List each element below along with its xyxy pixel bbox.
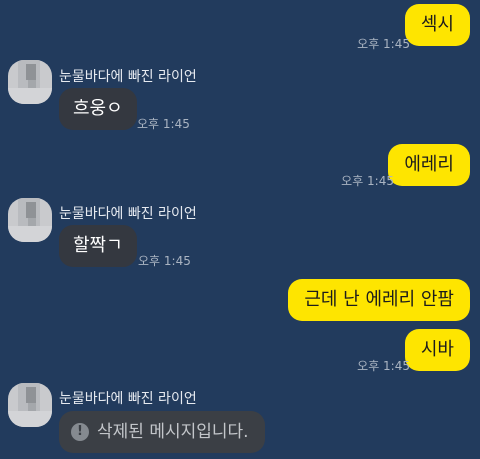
deleted-message-bubble[interactable]: ! 삭제된 메시지입니다. (59, 411, 265, 453)
message-text: 시바 (420, 339, 454, 360)
sender-avatar[interactable] (8, 383, 52, 427)
sender-name: 눈물바다에 빠진 라이언 (59, 206, 197, 222)
exclamation-circle-icon: ! (71, 423, 89, 441)
message-timestamp: 오후 1:45 (357, 37, 410, 51)
message-text: 흐웅ㅇ (73, 98, 123, 119)
message-timestamp: 오후 1:45 (137, 117, 190, 131)
message-text: 에레리 (404, 154, 454, 175)
message-timestamp: 오후 1:45 (357, 359, 410, 373)
sender-name: 눈물바다에 빠진 라이언 (59, 69, 197, 85)
sender-avatar[interactable] (8, 60, 52, 104)
outgoing-message-bubble[interactable]: 시바 (404, 329, 470, 371)
chat-screen: 섹시 오후 1:45 눈물바다에 빠진 라이언 흐웅ㅇ 오후 1:45 에레리 … (0, 0, 480, 459)
sender-name: 눈물바다에 빠진 라이언 (59, 391, 197, 407)
incoming-message-bubble[interactable]: 할짝ㄱ (59, 225, 137, 267)
outgoing-message-bubble[interactable]: 섹시 (404, 4, 470, 46)
outgoing-message-bubble[interactable]: 근데 난 에레리 안팜 (288, 279, 470, 321)
outgoing-message-bubble[interactable]: 에레리 (388, 144, 470, 186)
message-text: 삭제된 메시지입니다. (97, 422, 249, 442)
message-text: 할짝ㄱ (73, 235, 123, 256)
message-timestamp: 오후 1:45 (138, 254, 191, 268)
message-text: 근데 난 에레리 안팜 (304, 289, 454, 310)
sender-avatar[interactable] (8, 198, 52, 242)
message-timestamp: 오후 1:45 (341, 174, 394, 188)
incoming-message-bubble[interactable]: 흐웅ㅇ (59, 88, 137, 130)
message-text: 섹시 (420, 14, 454, 35)
